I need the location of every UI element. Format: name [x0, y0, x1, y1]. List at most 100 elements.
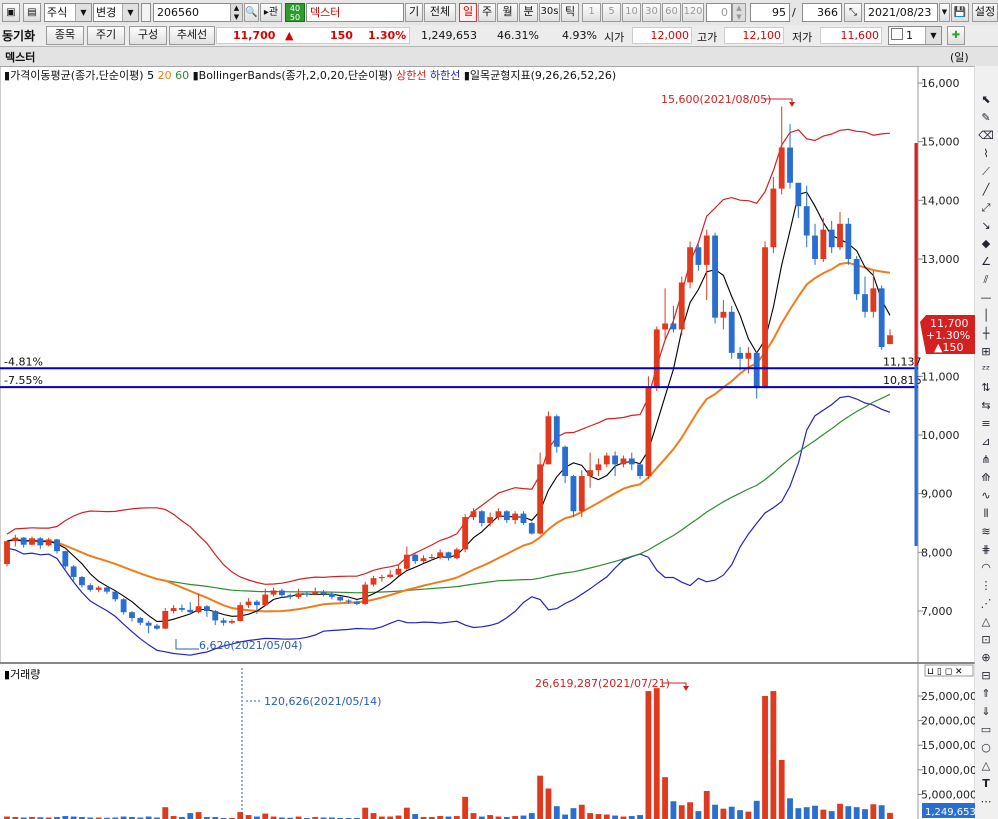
layout-checkbox[interactable] — [891, 28, 903, 40]
pitchfork-icon[interactable]: ⋕ — [977, 542, 995, 558]
triangle-icon[interactable]: △ — [977, 758, 995, 774]
disk-save-icon[interactable]: 💾 — [951, 3, 969, 22]
box-icon[interactable]: ⊞ — [977, 344, 995, 360]
extended-line-icon[interactable]: ⤢ — [977, 200, 995, 216]
diagonal-icon[interactable]: ⋰ — [977, 596, 995, 612]
period-60-button[interactable]: 60 — [662, 3, 681, 22]
badge-bottom: 50 — [289, 13, 301, 22]
candle-body — [545, 416, 552, 465]
brush-icon[interactable]: ⌇ — [977, 146, 995, 162]
horizontal-price-lines[interactable]: -4.81% 11,137-7.55% 10,816 — [0, 355, 922, 389]
search-icon[interactable]: 🔍 — [244, 3, 259, 22]
candle-body — [387, 574, 394, 577]
trendline-button[interactable]: 추세선 — [169, 26, 215, 45]
zigzag-icon[interactable]: ᶻᶻ — [977, 362, 995, 378]
zoom-icon[interactable]: ⤡ — [844, 3, 862, 22]
tab-30s[interactable]: 30s — [539, 3, 560, 22]
svg-text:⊔ ▯ ◻ ✕: ⊔ ▯ ◻ ✕ — [927, 667, 963, 677]
cursor-icon[interactable]: ⬉ — [977, 92, 995, 108]
gann-icon[interactable]: ⊿ — [977, 434, 995, 450]
layout-select[interactable]: 1 ▼ — [888, 26, 942, 45]
marker-icon[interactable]: ◆ — [977, 236, 995, 252]
ratio-icon[interactable]: ⊕ — [977, 650, 995, 666]
horizontal-line-icon[interactable]: — — [977, 290, 995, 306]
volume-bar — [562, 814, 569, 819]
text-icon[interactable]: T — [977, 776, 995, 792]
code-stepper[interactable]: ▲ ▼ — [230, 3, 243, 22]
stock-code-input[interactable]: 206560 — [153, 3, 231, 22]
channel-icon[interactable]: ⫴ — [977, 506, 995, 522]
circle-icon[interactable]: ○ — [977, 740, 995, 756]
trendline-icon[interactable]: ⟋ — [977, 164, 995, 180]
angle-line-icon[interactable]: ∠ — [977, 254, 995, 270]
cycle-icon[interactable]: ∿ — [977, 488, 995, 504]
period-count-input[interactable]: 0 — [706, 3, 732, 22]
candle-body — [828, 229, 835, 248]
swap-icon[interactable]: ⇆ — [977, 398, 995, 414]
wave-icon[interactable]: ≋ — [977, 524, 995, 540]
arrow-line-icon[interactable]: ↘ — [977, 218, 995, 234]
period-120-button[interactable]: 120 — [682, 3, 704, 22]
date-value: 2021/08/23 — [868, 6, 932, 19]
rectangle-icon[interactable]: ▭ — [977, 722, 995, 738]
count-separator: / — [792, 6, 796, 19]
cross-line-icon[interactable]: ┼ — [977, 326, 995, 342]
candle-body — [553, 416, 560, 447]
tab-all[interactable]: 전체 — [424, 3, 456, 22]
candle-body — [412, 554, 419, 562]
tab-minute[interactable]: 분 — [519, 3, 538, 22]
period-30-button[interactable]: 30 — [642, 3, 661, 22]
grid-pattern-icon[interactable]: ⋮ — [977, 578, 995, 594]
period-1-button[interactable]: 1 — [582, 3, 601, 22]
parallel-line-icon[interactable]: ⫽ — [977, 272, 995, 288]
tab-monthly[interactable]: 월 — [497, 3, 518, 22]
candle-body — [112, 591, 119, 600]
fibonacci-icon[interactable]: ≡ — [977, 416, 995, 432]
change-select[interactable]: 변경 ▼ — [93, 3, 139, 22]
triangle-pattern-icon[interactable]: △ — [977, 614, 995, 630]
ray-line-icon[interactable]: ╱ — [977, 182, 995, 198]
period-button[interactable]: 주기 — [87, 26, 125, 45]
stock-button[interactable]: 종목 — [46, 26, 84, 45]
eraser-icon[interactable]: ⌫ — [977, 128, 995, 144]
vertical-line-icon[interactable]: │ — [977, 308, 995, 324]
display-count-input[interactable]: 95 — [750, 3, 790, 22]
tab-tick[interactable]: 틱 — [561, 3, 579, 22]
period-10-button[interactable]: 10 — [622, 3, 641, 22]
market-select[interactable]: 주식 ▼ — [44, 3, 92, 22]
compose-button[interactable]: 구성 — [129, 26, 167, 45]
chart-title: 덱스터 — [5, 51, 36, 64]
volume-bar — [528, 813, 535, 819]
price-tick-label: 13,000 — [921, 253, 960, 266]
chart-menu-icon[interactable]: ▣ — [2, 3, 20, 22]
save-layout-icon[interactable]: ▤ — [23, 3, 41, 22]
period-5-button[interactable]: 5 — [602, 3, 621, 22]
pencil-icon[interactable]: ✎ — [977, 110, 995, 126]
arrow-down-icon[interactable]: ⇓ — [977, 704, 995, 720]
settings-button[interactable]: 설정 — [972, 3, 998, 22]
tab-weekly[interactable]: 주 — [478, 3, 496, 22]
candle-body — [287, 595, 294, 597]
tab-daily[interactable]: 일 — [459, 3, 477, 22]
volume-tick-label: 5,000,000 — [921, 788, 977, 801]
chart-canvas[interactable]: ⊔ ▯ ◻ ✕ ⊔ ▯ ◻ ✕ -4.81%11,137-7.55%10,816… — [0, 66, 998, 819]
period-stepper[interactable]: ▲ ▼ — [732, 3, 746, 22]
speed-line-icon[interactable]: ⟰ — [977, 470, 995, 486]
add-chart-icon[interactable]: ✚ — [947, 26, 965, 45]
unit-label: (일) — [950, 51, 969, 64]
fan-icon[interactable]: ⋔ — [977, 452, 995, 468]
period-count: 0 — [721, 6, 728, 19]
measure-icon[interactable]: ⊟ — [977, 668, 995, 684]
step-icon[interactable]: ⇅ — [977, 380, 995, 396]
arrow-up-icon[interactable]: ⇑ — [977, 686, 995, 702]
related-button[interactable]: ▸관 — [260, 3, 282, 22]
arc-icon[interactable]: ◠ — [977, 560, 995, 576]
quadrant-icon[interactable]: ⊡ — [977, 632, 995, 648]
more-tools-icon[interactable]: ⋯ — [977, 794, 995, 810]
date-input[interactable]: 2021/08/23 — [864, 3, 938, 22]
tab-ki[interactable]: 기 — [405, 3, 423, 22]
calendar-dropdown-icon[interactable]: ▼ — [939, 3, 950, 22]
candle-body — [295, 593, 302, 597]
chevron-down-icon: ▼ — [122, 4, 138, 21]
weight-badge[interactable]: 40 50 — [285, 3, 305, 22]
